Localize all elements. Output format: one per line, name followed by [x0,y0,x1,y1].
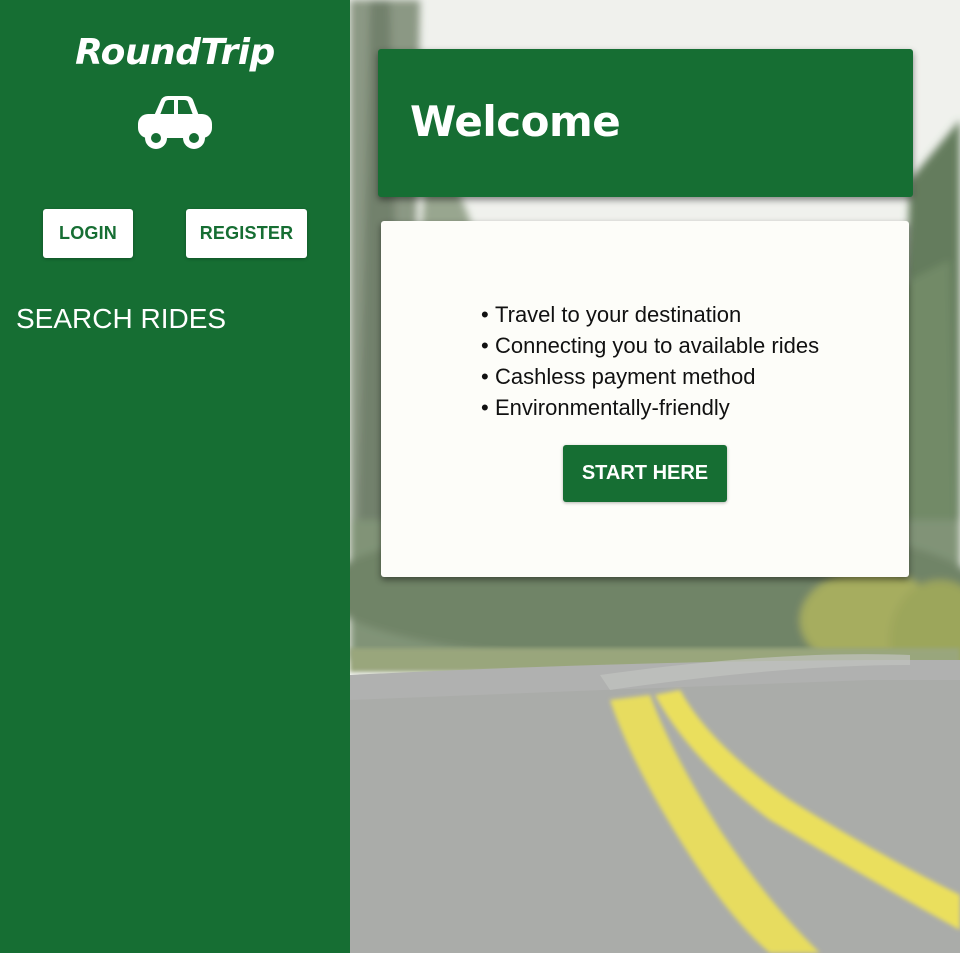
sidebar: RoundTrip LOGIN REGISTER SEARCH RIDES [0,0,350,953]
info-card: • Travel to your destination • Connecting … [381,221,909,577]
list-item: • Connecting you to available rides [481,330,819,361]
main-content: Welcome • Travel to your destination • Con… [350,0,960,953]
brand-logo[interactable]: RoundTrip [0,32,350,73]
feature-text: Connecting you to available rides [495,333,820,358]
login-button[interactable]: LOGIN [43,209,133,258]
car-icon [138,96,212,149]
list-item: • Cashless payment method [481,361,819,392]
bullet: • [481,395,489,420]
feature-text: Cashless payment method [495,364,756,389]
bullet: • [481,302,489,327]
feature-list: • Travel to your destination • Connecting … [481,299,819,423]
bullet: • [481,333,489,358]
feature-text: Environmentally-friendly [495,395,730,420]
register-button[interactable]: REGISTER [186,209,307,258]
bullet: • [481,364,489,389]
feature-text: Travel to your destination [495,302,742,327]
search-rides-link[interactable]: SEARCH RIDES [16,303,226,335]
welcome-title: Welcome [410,97,621,146]
page: RoundTrip LOGIN REGISTER SEARCH RIDES We… [0,0,960,953]
list-item: • Environmentally-friendly [481,392,819,423]
start-here-button[interactable]: START HERE [563,445,727,502]
list-item: • Travel to your destination [481,299,819,330]
welcome-card: Welcome [378,49,913,197]
